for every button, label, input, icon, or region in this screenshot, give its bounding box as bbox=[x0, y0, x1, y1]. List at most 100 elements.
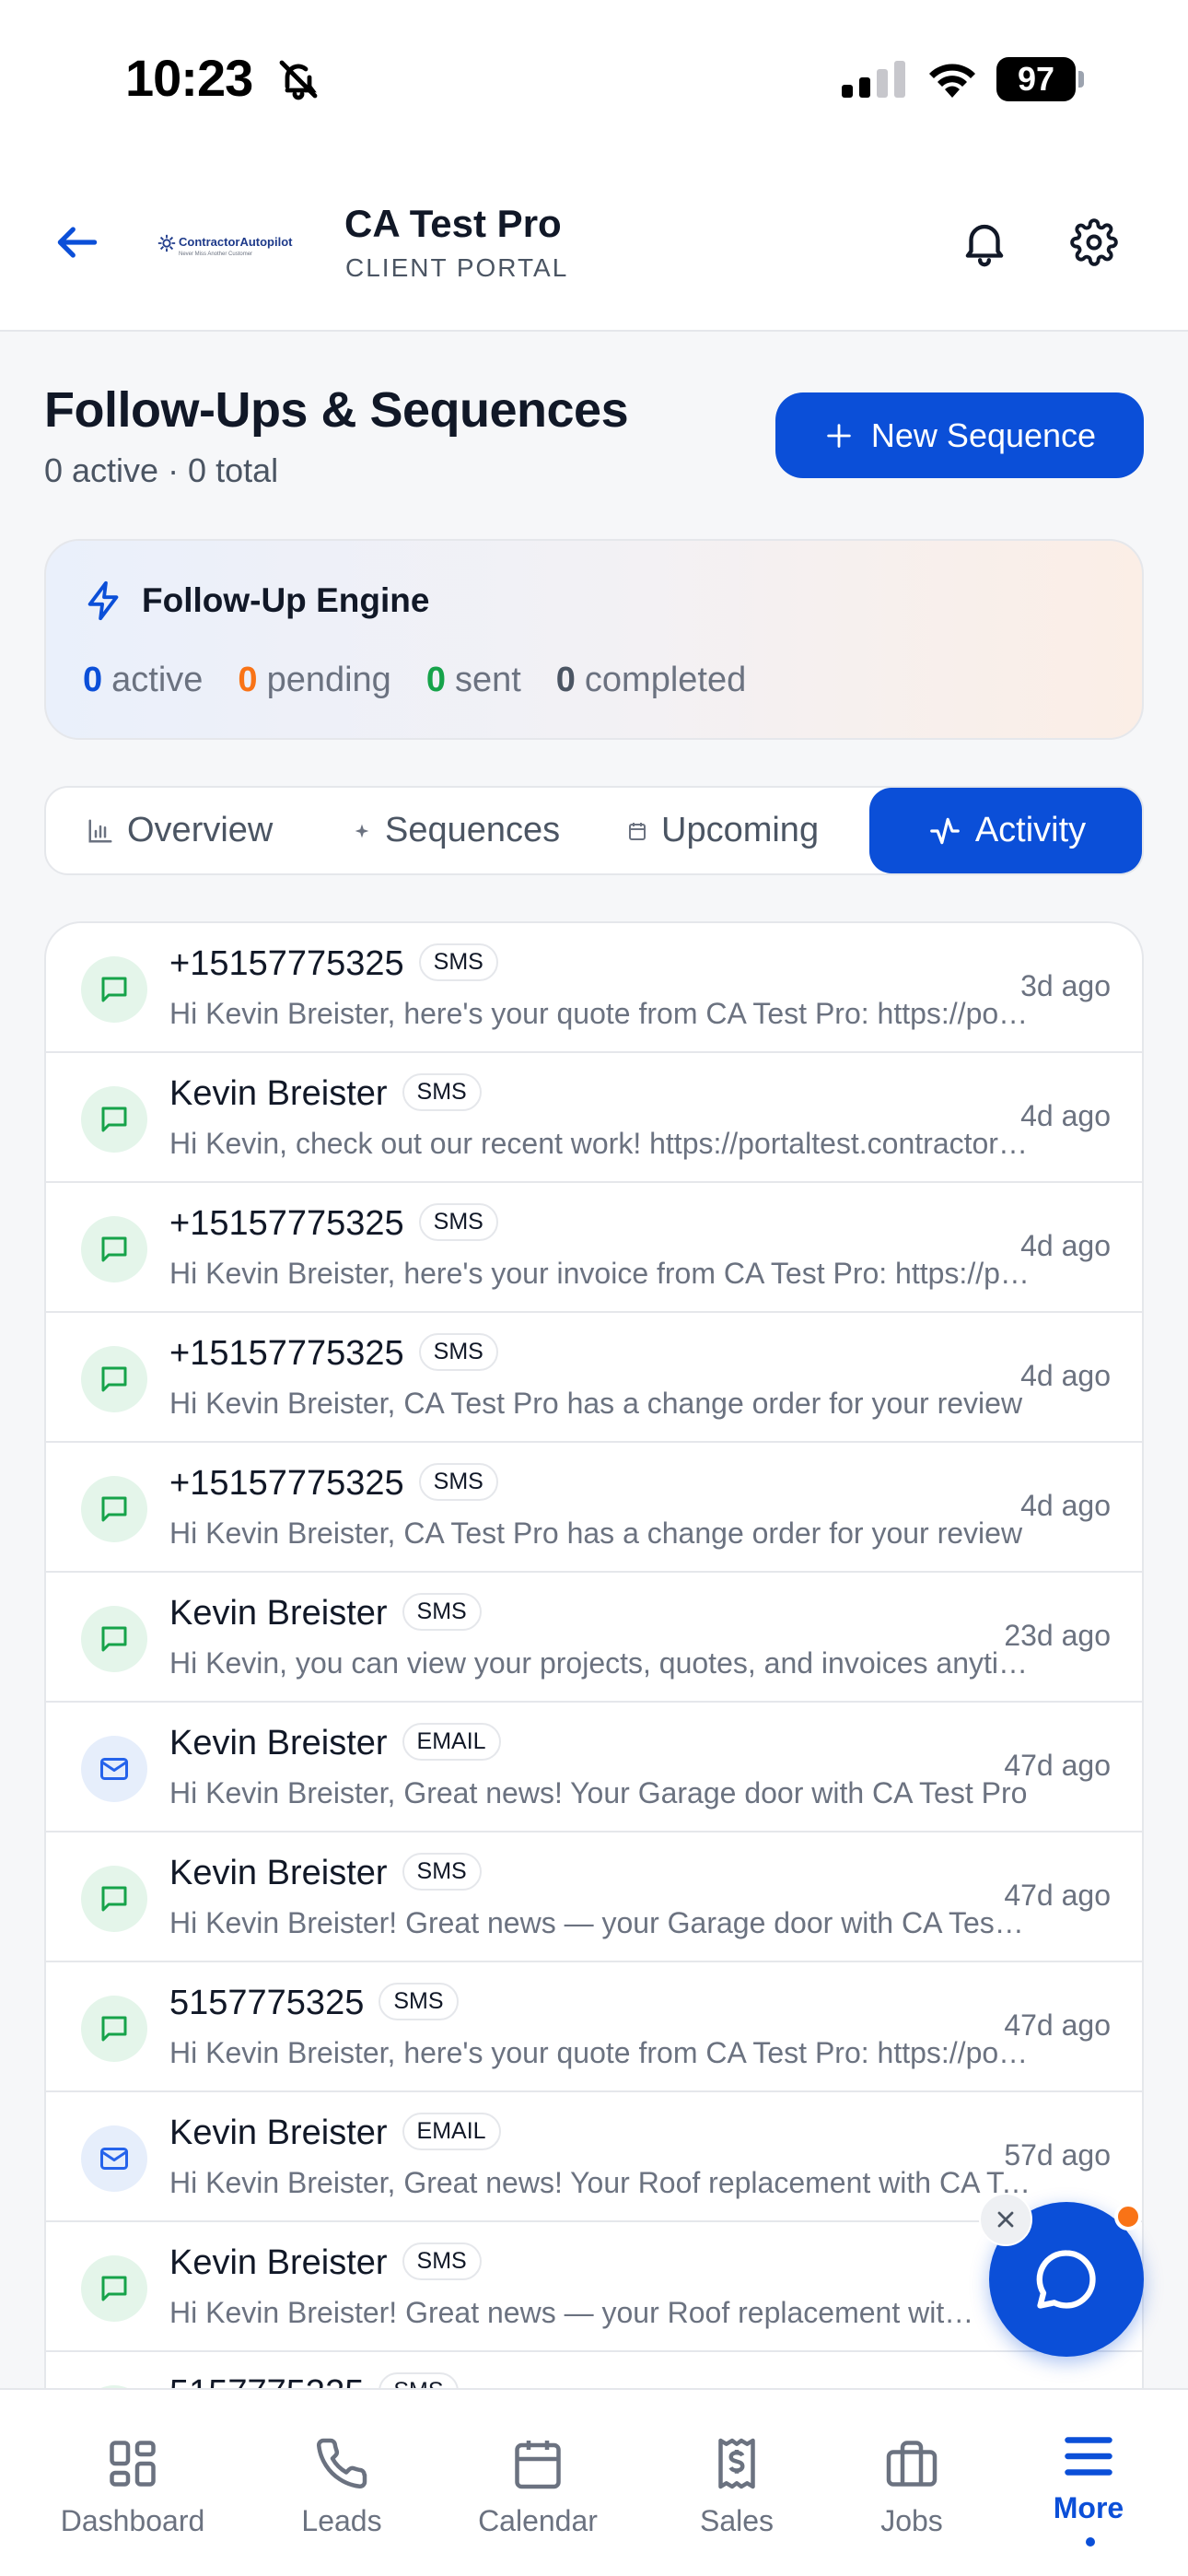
sequence-summary: 0 active · 0 total bbox=[44, 451, 279, 489]
message-preview: Hi Kevin Breister, Great news! Your Gara… bbox=[169, 1776, 1028, 1809]
message-icon bbox=[101, 1626, 127, 1652]
activity-row[interactable]: +15157775325 SMS Hi Kevin Breister, CA Te… bbox=[46, 1313, 1142, 1443]
stat-pending: 0 pending bbox=[238, 661, 390, 700]
status-time: 10:23 bbox=[125, 49, 253, 107]
chat-dismiss-button[interactable] bbox=[979, 2193, 1032, 2246]
activity-row[interactable]: Kevin Breister SMS Hi Kevin, you can view… bbox=[46, 1573, 1142, 1703]
sms-channel-icon bbox=[81, 1476, 147, 1542]
message-icon bbox=[101, 1886, 127, 1912]
wifi-icon bbox=[929, 64, 975, 98]
calendar-icon bbox=[515, 2441, 561, 2489]
nav-jobs-label: Jobs bbox=[880, 2504, 943, 2537]
activity-row[interactable]: 5157775325 SMS bbox=[46, 2352, 1142, 2388]
recipient-name: +15157775325 SMS bbox=[169, 1463, 498, 1504]
new-sequence-button[interactable]: New Sequence bbox=[775, 392, 1144, 478]
nav-jobs[interactable]: Jobs bbox=[820, 2390, 1004, 2576]
timestamp: 3d ago bbox=[1020, 969, 1111, 1002]
recipient-name: +15157775325 SMS bbox=[169, 1333, 498, 1374]
bar-chart-icon bbox=[88, 819, 112, 842]
logo-wordmark: ContractorAutopilot bbox=[179, 235, 293, 249]
activity-row[interactable]: +15157775325 SMS Hi Kevin Breister, CA Te… bbox=[46, 1443, 1142, 1573]
new-sequence-label: New Sequence bbox=[870, 416, 1097, 454]
activity-row[interactable]: Kevin Breister EMAIL Hi Kevin Breister, G… bbox=[46, 1703, 1142, 1832]
recipient-text: +15157775325 bbox=[169, 1464, 404, 1503]
nav-sales[interactable]: Sales bbox=[645, 2390, 829, 2576]
tab-upcoming-label: Upcoming bbox=[661, 811, 820, 849]
message-icon bbox=[101, 1107, 127, 1132]
stat-active: 0 active bbox=[83, 661, 203, 700]
timestamp: 47d ago bbox=[1004, 1879, 1111, 1912]
nav-calendar-label: Calendar bbox=[478, 2504, 598, 2537]
tab-overview-label: Overview bbox=[127, 811, 274, 849]
activity-row[interactable]: Kevin Breister EMAIL Hi Kevin Breister, G… bbox=[46, 2092, 1142, 2222]
tab-sequences-label: Sequences bbox=[385, 811, 561, 849]
stat-completed: 0 completed bbox=[556, 661, 746, 700]
nav-calendar[interactable]: Calendar bbox=[446, 2390, 630, 2576]
tab-overview[interactable]: Overview bbox=[87, 788, 273, 873]
recipient-text: Kevin Breister bbox=[169, 1594, 388, 1633]
tab-sequences[interactable]: Sequences bbox=[352, 788, 560, 873]
message-icon bbox=[101, 1236, 127, 1262]
recipient-text: Kevin Breister bbox=[169, 1724, 388, 1762]
activity-row[interactable]: +15157775325 SMS Hi Kevin Breister, here'… bbox=[46, 1183, 1142, 1313]
page-title: Follow-Ups & Sequences bbox=[44, 382, 629, 438]
message-preview: Hi Kevin Breister, here's your quote fro… bbox=[169, 2036, 1031, 2069]
tab-activity[interactable]: Activity bbox=[869, 788, 1142, 873]
activity-row[interactable]: Kevin Breister SMS Hi Kevin Breister! Gre… bbox=[46, 2222, 1142, 2352]
channel-badge: SMS bbox=[418, 943, 498, 981]
recipient-text: Kevin Breister bbox=[169, 2113, 388, 2152]
tab-upcoming[interactable]: Upcoming bbox=[626, 788, 819, 873]
battery-indicator: 97 bbox=[996, 57, 1085, 101]
receipt-icon bbox=[718, 2438, 755, 2489]
logo-gear-icon bbox=[157, 234, 176, 252]
engine-title: Follow-Up Engine bbox=[142, 581, 430, 619]
stat-completed-label: completed bbox=[584, 661, 747, 699]
signal-icon bbox=[842, 61, 905, 98]
message-preview: Hi Kevin Breister, CA Test Pro has a cha… bbox=[169, 1516, 1023, 1550]
sms-channel-icon bbox=[81, 1996, 147, 2062]
battery-level: 97 bbox=[1017, 60, 1055, 98]
timestamp: 4d ago bbox=[1020, 1489, 1111, 1522]
status-bar: 10:23 97 bbox=[0, 0, 1188, 161]
email-channel-icon bbox=[81, 1736, 147, 1802]
sms-channel-icon bbox=[81, 1866, 147, 1932]
message-icon bbox=[101, 1366, 127, 1392]
message-preview: Hi Kevin Breister, CA Test Pro has a cha… bbox=[169, 1387, 1023, 1420]
notifications-bell-icon[interactable] bbox=[958, 213, 1011, 272]
back-arrow-icon[interactable] bbox=[52, 217, 103, 268]
envelope-icon bbox=[100, 2148, 128, 2170]
message-icon bbox=[101, 977, 127, 1002]
timestamp: 47d ago bbox=[1004, 1749, 1111, 1782]
recipient-name: 5157775325 SMS bbox=[169, 1983, 459, 2023]
message-preview: Hi Kevin Breister, here's your quote fro… bbox=[169, 997, 1031, 1030]
sms-channel-icon bbox=[81, 1216, 147, 1282]
envelope-icon bbox=[100, 1758, 128, 1780]
activity-row[interactable]: Kevin Breister SMS Hi Kevin Breister! Gre… bbox=[46, 1832, 1142, 1962]
message-icon bbox=[101, 2016, 127, 2042]
nav-dashboard[interactable]: Dashboard bbox=[41, 2390, 225, 2576]
bottom-navigation: Dashboard Leads Calendar Sales Jobs More bbox=[0, 2388, 1188, 2576]
chat-unread-dot bbox=[1114, 2203, 1142, 2231]
recipient-name: Kevin Breister EMAIL bbox=[169, 1723, 501, 1763]
channel-badge: SMS bbox=[402, 1853, 482, 1891]
channel-badge: SMS bbox=[418, 1463, 498, 1501]
timestamp: 4d ago bbox=[1020, 1099, 1111, 1132]
nav-more[interactable]: More bbox=[996, 2390, 1181, 2576]
sms-channel-icon bbox=[81, 1086, 147, 1153]
nav-dashboard-label: Dashboard bbox=[60, 2504, 205, 2537]
recipient-text: 5157775325 bbox=[169, 1984, 365, 2022]
recipient-text: 5157775325 bbox=[169, 2373, 364, 2388]
nav-leads[interactable]: Leads bbox=[250, 2390, 434, 2576]
email-channel-icon bbox=[81, 2125, 147, 2192]
message-preview: Hi Kevin Breister, here's your invoice f… bbox=[169, 1257, 1031, 1290]
activity-row[interactable]: +15157775325 SMS Hi Kevin Breister, here'… bbox=[46, 923, 1142, 1053]
timestamp: 4d ago bbox=[1020, 1229, 1111, 1262]
recipient-name: 5157775325 SMS bbox=[169, 2372, 459, 2388]
channel-badge: EMAIL bbox=[402, 1723, 501, 1761]
activity-row[interactable]: 5157775325 SMS Hi Kevin Breister, here's … bbox=[46, 1962, 1142, 2092]
activity-row[interactable]: Kevin Breister SMS Hi Kevin, check out ou… bbox=[46, 1053, 1142, 1183]
channel-badge: SMS bbox=[379, 1983, 459, 2020]
sms-channel-icon bbox=[81, 1346, 147, 1412]
settings-gear-icon[interactable] bbox=[1070, 218, 1118, 266]
sparkle-icon bbox=[355, 824, 369, 837]
